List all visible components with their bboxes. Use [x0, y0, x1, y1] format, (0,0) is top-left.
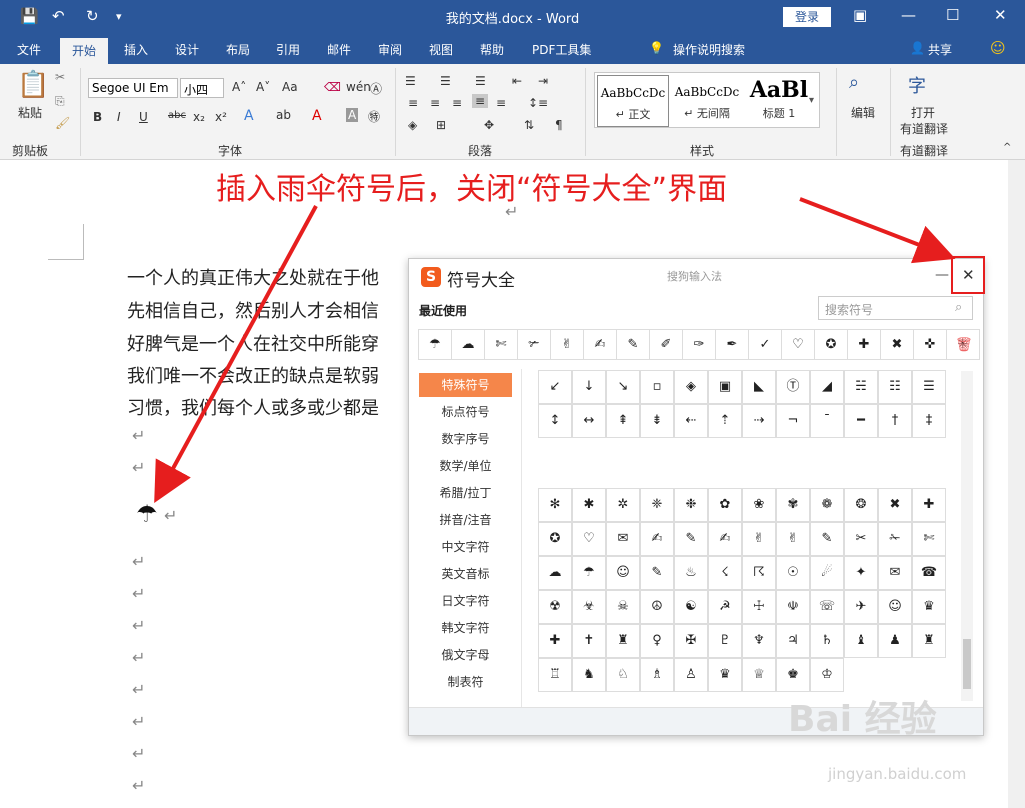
watermark: Bai 经验 — [788, 699, 937, 740]
arrow-to-close — [799, 197, 956, 264]
arrow-to-umbrella — [154, 205, 318, 504]
watermark-url: jingyan.baidu.com — [828, 765, 967, 783]
annotation-arrows — [154, 197, 956, 504]
